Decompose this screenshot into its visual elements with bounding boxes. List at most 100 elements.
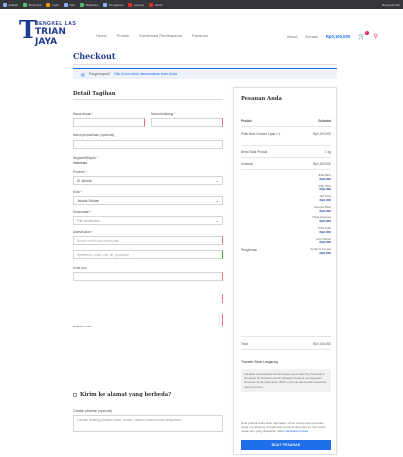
label-text: Nama depan: [73, 112, 92, 116]
nav-item-konfirmasi[interactable]: Konfirmasi Pembayaran: [139, 33, 182, 38]
email-field[interactable]: [73, 314, 223, 326]
option-price: Rp0,000: [319, 197, 331, 202]
total-value: Rp0,100,000: [312, 342, 331, 346]
postcode-field[interactable]: [73, 272, 223, 281]
cart-count-badge: 1: [364, 31, 369, 35]
shipping-option[interactable]: Ninja Express Rp0,000: [286, 215, 331, 224]
ship-different-toggle[interactable]: Kirim ke alamat yang berbeda?: [73, 392, 171, 398]
bookmark-item[interactable]: Bookmark: [23, 2, 41, 7]
company-field[interactable]: [73, 140, 223, 149]
coupon-icon: ▤: [81, 71, 85, 77]
city-select[interactable]: Jakarta Selatan ⌄: [73, 196, 223, 205]
site-logo[interactable]: T BENGKEL LAS TRIAN JAYA: [19, 18, 89, 48]
ship-different-checkbox[interactable]: [73, 393, 77, 397]
option-price: Rp0,000: [319, 208, 331, 213]
bookmark-icon: [23, 2, 28, 7]
bookmark-item[interactable]: Pengaturan: [103, 2, 123, 7]
payment-method-label[interactable]: Transfer Bank Langsung: [241, 360, 278, 364]
last-name-field[interactable]: [151, 118, 223, 127]
shipping-options: JNE REG Rp0,000 JNE OKE Rp0,000 J&T Reg Rp0…: [286, 173, 331, 259]
nav-item-home[interactable]: Home: [96, 33, 107, 38]
subtotal-row: Subtotal Rp0,100,000: [241, 162, 331, 166]
weight-row: Berat Total Produk 1 kg: [241, 150, 331, 154]
divider: [241, 349, 331, 350]
shipping-option[interactable]: J&T Reg Rp0,000: [286, 194, 331, 203]
address2-field[interactable]: Apartemen, suite, unit, dll. (opsional): [73, 250, 223, 259]
total-label: Total: [241, 342, 248, 346]
district-label: Kecamatan *: [73, 210, 92, 214]
phone-field[interactable]: [73, 294, 223, 303]
divider: [241, 126, 331, 127]
privacy-policy-link[interactable]: kebijakan privasi: [286, 429, 308, 433]
shipping-option[interactable]: JNE OKE Rp0,000: [286, 184, 331, 193]
bookmark-label: Laporan: [133, 2, 145, 7]
shipping-option[interactable]: Sicepat Best Rp0,000: [286, 205, 331, 214]
first-name-label: Nama depan *: [73, 112, 94, 116]
weight-label: Berat Total Produk: [241, 150, 268, 154]
divider: [241, 336, 331, 337]
nav-item-panduan[interactable]: Panduan: [192, 33, 208, 38]
app-icon: [3, 2, 7, 7]
total-row: Total Rp0,100,000: [241, 342, 331, 346]
nav-item-kontak[interactable]: Kontak: [305, 34, 317, 39]
order-review: Pesanan Anda Produk Subtotal Pintu Besi …: [233, 87, 337, 455]
bookmark-item[interactable]: Aplikasi: [3, 2, 19, 7]
district-select[interactable]: Pilih kecamatan ⌄: [73, 216, 223, 225]
order-table-header: Produk Subtotal: [241, 119, 331, 123]
country-value: Indonesia: [73, 161, 87, 165]
product-name: Pintu Besi Custom Lipat: [241, 132, 276, 136]
shipping-label: Pengiriman: [241, 248, 258, 252]
address-field[interactable]: Nomor rumah dan nama jalan: [73, 236, 223, 245]
select-value: DI Jakarta: [77, 178, 92, 183]
option-price: Rp0,000: [319, 250, 331, 255]
header-right: About Kontak Rp0,100,000 🛒 1 ⚲: [287, 31, 378, 40]
shipping-option[interactable]: Lion Parcel Rp0,000: [286, 237, 331, 246]
col-subtotal: Subtotal: [318, 119, 331, 123]
bookmark-item[interactable]: Login: [46, 2, 59, 7]
product-qty: × 1: [275, 132, 281, 136]
first-name-field[interactable]: [73, 118, 145, 127]
option-price: Rp0,000: [319, 229, 331, 234]
nav-item-produk[interactable]: Produk: [117, 33, 130, 38]
label-text: Nama belakang: [151, 112, 174, 116]
bookmark-item[interactable]: WhatsApp: [80, 2, 98, 7]
privacy-notice: Data pribadi Anda akan digunakan untuk m…: [241, 421, 331, 434]
bookmarks-bar: Aplikasi Bookmark Login Toko WhatsApp Pe…: [0, 0, 403, 9]
order-notes-label: Catatan pesanan (opsional): [73, 409, 113, 413]
shipping-option[interactable]: POS Kilat Rp0,000: [286, 226, 331, 235]
privacy-text: Data pribadi Anda akan digunakan untuk m…: [241, 421, 326, 434]
label-text: Kecamatan: [73, 210, 90, 214]
option-price: Rp0,000: [319, 219, 331, 224]
search-icon[interactable]: ⚲: [374, 33, 378, 40]
bookmark-label: Aplikasi: [8, 2, 19, 7]
nav-item-about[interactable]: About: [287, 34, 297, 39]
divider: [241, 157, 331, 158]
whatsapp-icon: [80, 2, 84, 7]
label-text: Provinsi: [73, 170, 85, 174]
cart-total[interactable]: Rp0,100,000: [326, 34, 350, 39]
bookmark-icon: [128, 2, 133, 7]
weight-value: 1 kg: [324, 150, 331, 154]
option-price: Rp0,000: [319, 187, 331, 192]
chevron-down-icon: ⌄: [215, 178, 219, 183]
bookmark-label: Admin: [154, 2, 163, 7]
order-notes-textarea[interactable]: Catatan tentang pesanan Anda, contoh: ca…: [73, 415, 223, 432]
brand-name: TRIAN JAYA: [35, 27, 66, 47]
place-order-button[interactable]: BUAT PESANAN: [241, 440, 331, 450]
col-product: Produk: [241, 119, 252, 123]
shipping-option[interactable]: JNE REG Rp0,000: [286, 173, 331, 182]
notice-text: Punya kupon?: [88, 72, 111, 76]
cart-icon[interactable]: 🛒 1: [358, 31, 369, 40]
billing-title: Detail Tagihan: [73, 91, 116, 97]
other-bookmarks[interactable]: Bookmark lain: [382, 3, 400, 7]
placeholder: Nomor rumah dan nama jalan: [77, 238, 120, 243]
province-select[interactable]: DI Jakarta ⌄: [73, 176, 223, 185]
divider: [241, 145, 331, 146]
bookmark-item[interactable]: Toko: [63, 2, 75, 7]
bookmark-item[interactable]: Laporan: [128, 2, 145, 7]
country-label: Negara/Wilayah *: [73, 156, 98, 160]
select-value: Pilih kecamatan: [77, 218, 100, 223]
company-label: Nama perusahaan (opsional): [73, 133, 115, 137]
coupon-link[interactable]: Klik di sini untuk memasukkan kode Anda: [114, 72, 176, 76]
bookmark-item[interactable]: Admin: [149, 2, 163, 7]
